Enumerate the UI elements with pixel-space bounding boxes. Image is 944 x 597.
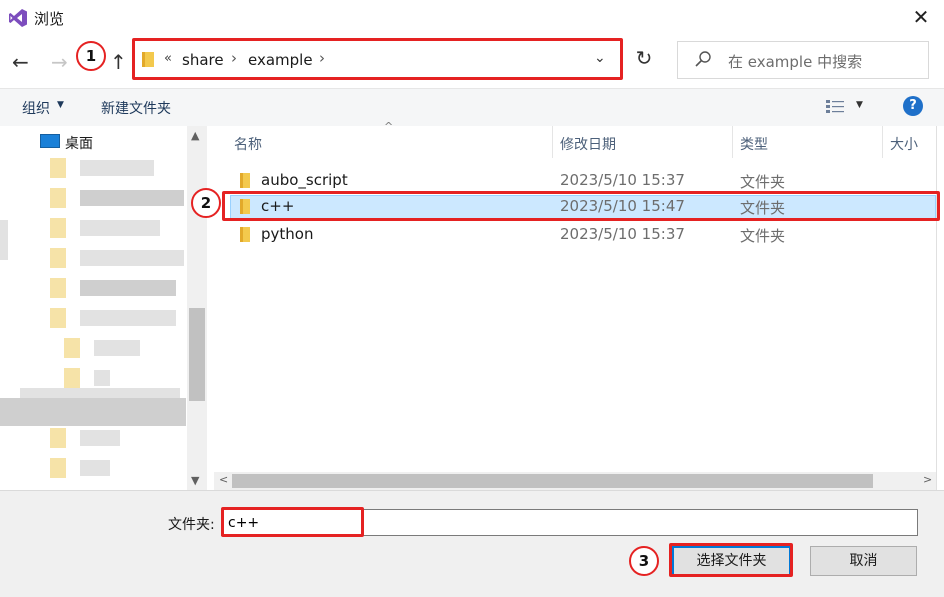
- annotation-badge-3: 3: [629, 546, 659, 576]
- folder-icon: [240, 173, 250, 188]
- back-button[interactable]: ←: [12, 50, 29, 74]
- sort-indicator-icon: ^: [384, 120, 394, 133]
- up-button[interactable]: ↑: [110, 50, 127, 74]
- file-row[interactable]: aubo_script 2023/5/10 15:37 文件夹: [230, 169, 936, 193]
- title-bar: [0, 0, 944, 36]
- column-header-name[interactable]: 名称: [234, 134, 262, 154]
- new-folder-button[interactable]: 新建文件夹: [101, 98, 171, 118]
- cancel-button[interactable]: 取消: [810, 546, 917, 576]
- column-header-date[interactable]: 修改日期: [560, 134, 616, 154]
- column-divider[interactable]: [732, 126, 733, 158]
- annotation-badge-1: 1: [76, 41, 106, 71]
- navigation-pane: [0, 126, 208, 490]
- visual-studio-icon: [9, 9, 27, 27]
- bottom-panel: [0, 490, 944, 597]
- file-name: python: [261, 225, 314, 243]
- annotation-box-row: [222, 191, 940, 221]
- help-button[interactable]: ?: [903, 96, 923, 116]
- folder-field-label: 文件夹:: [168, 517, 215, 533]
- close-icon[interactable]: ✕: [908, 4, 934, 30]
- scroll-left-icon[interactable]: <: [219, 473, 228, 486]
- scroll-down-icon[interactable]: ▼: [191, 474, 199, 487]
- search-icon: [695, 51, 711, 67]
- file-type: 文件夹: [740, 227, 786, 245]
- caret-down-icon[interactable]: ▼: [57, 100, 64, 110]
- nav-scrollbar-thumb[interactable]: [189, 308, 205, 401]
- file-row[interactable]: python 2023/5/10 15:37 文件夹: [230, 223, 936, 247]
- column-header-type[interactable]: 类型: [740, 134, 768, 154]
- column-header-size[interactable]: 大小: [890, 134, 918, 154]
- scroll-right-icon[interactable]: >: [923, 473, 932, 486]
- column-divider[interactable]: [882, 126, 883, 158]
- desktop-icon: [40, 134, 60, 148]
- forward-button[interactable]: →: [51, 50, 68, 74]
- window-title: 浏览: [34, 10, 65, 28]
- caret-down-icon[interactable]: ▼: [856, 100, 863, 110]
- horizontal-scrollbar-thumb[interactable]: [232, 474, 873, 488]
- refresh-button[interactable]: ↻: [632, 46, 656, 74]
- organize-button[interactable]: 组织: [22, 98, 50, 118]
- view-options-icon[interactable]: [825, 98, 845, 114]
- file-name: aubo_script: [261, 171, 348, 189]
- file-date: 2023/5/10 15:37: [560, 225, 685, 243]
- search-placeholder[interactable]: 在 example 中搜索: [728, 51, 862, 72]
- annotation-badge-2: 2: [191, 188, 221, 218]
- column-divider[interactable]: [552, 126, 553, 158]
- annotation-box-folder: [221, 507, 364, 537]
- file-date: 2023/5/10 15:37: [560, 171, 685, 189]
- annotation-box-address: [132, 38, 623, 80]
- file-type: 文件夹: [740, 173, 786, 191]
- annotation-box-select: [669, 543, 793, 577]
- scroll-up-icon[interactable]: ▲: [191, 129, 199, 142]
- nav-item-desktop[interactable]: 桌面: [65, 133, 93, 153]
- folder-icon: [240, 227, 250, 242]
